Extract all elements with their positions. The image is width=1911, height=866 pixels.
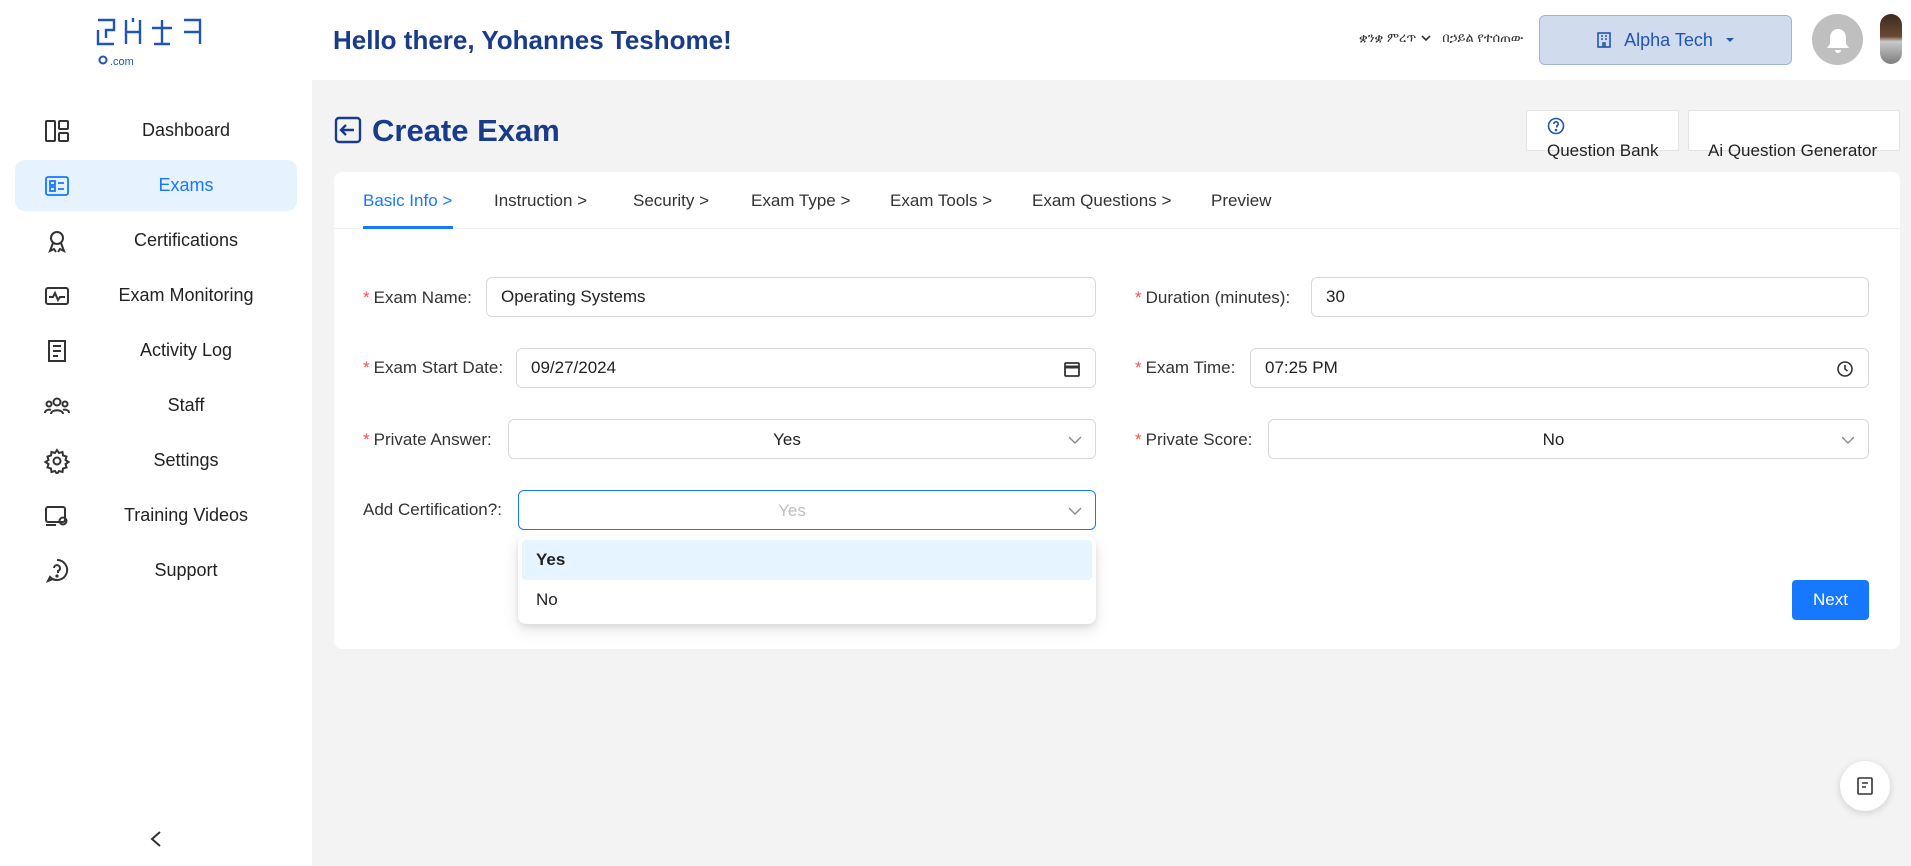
logo-sub: .com — [110, 56, 134, 68]
gear-icon — [44, 448, 70, 474]
chevron-down-icon — [1068, 507, 1082, 515]
greeting: Hello there, Yohannes Teshome! — [333, 25, 732, 55]
tab-exam-type[interactable]: Exam Type > — [751, 191, 850, 211]
chevron-down-icon — [1068, 436, 1082, 444]
sidebar-item-staff[interactable]: Staff — [15, 380, 297, 431]
sidebar-item-label: Dashboard — [141, 120, 231, 140]
tab-exam-tools[interactable]: Exam Tools > — [890, 191, 992, 211]
training-videos-icon — [45, 506, 68, 526]
tab-security[interactable]: Security > — [633, 191, 709, 211]
back-icon[interactable] — [334, 116, 362, 144]
private-score-value: No — [1542, 430, 1565, 449]
private-score-select[interactable]: No — [1268, 419, 1869, 459]
language-selector-label: ቋንቋ ምረጥ — [1359, 30, 1417, 45]
duration-input[interactable]: 30 — [1311, 277, 1869, 317]
sidebar-item-exam-monitoring[interactable]: Exam Monitoring — [15, 270, 297, 321]
sidebar-item-training-videos[interactable]: Training Videos — [15, 490, 297, 541]
sidebar-item-label: Support — [154, 560, 218, 580]
sidebar-item-label: Exams — [158, 175, 214, 195]
add-certification-select[interactable]: Yes — [518, 490, 1096, 530]
tab-instruction[interactable]: Instruction > — [494, 191, 587, 211]
building-icon — [1597, 32, 1611, 48]
page-title: Create Exam — [372, 113, 560, 148]
sidebar-item-exams[interactable]: Exams — [15, 160, 297, 211]
question-bank-button[interactable]: Question Bank — [1526, 110, 1679, 160]
organization-name: Alpha Tech — [1624, 29, 1713, 50]
bell-icon — [1826, 28, 1849, 53]
exam-time-input[interactable]: 07:25 PM — [1250, 348, 1869, 388]
staff-icon — [44, 397, 70, 415]
exam-time-label: * Exam Time: — [1135, 358, 1236, 377]
sidebar-item-label: Training Videos — [123, 505, 249, 525]
sidebar-item-dashboard[interactable]: Dashboard — [15, 105, 297, 156]
activity-log-icon — [48, 340, 66, 362]
dropdown-option-no[interactable]: No — [522, 580, 1092, 620]
powered-by-text: በኃይል የተሰጠው — [1442, 30, 1524, 45]
chevron-down-icon — [1421, 35, 1431, 42]
add-certification-placeholder: Yes — [778, 501, 806, 520]
next-button[interactable]: Next — [1792, 580, 1869, 620]
avatar[interactable] — [1880, 14, 1902, 64]
sidebar-item-settings[interactable]: Settings — [15, 435, 297, 486]
tab-exam-questions[interactable]: Exam Questions > — [1032, 191, 1171, 211]
question-circle-icon — [1547, 117, 1565, 135]
sidebar-item-label: Settings — [153, 450, 219, 470]
sidebar: .com Dashboard Exams Certifications Exam… — [0, 0, 312, 866]
chevron-down-icon — [1841, 436, 1855, 444]
collapse-sidebar-button[interactable] — [145, 826, 167, 852]
exam-name-label: * Exam Name: — [363, 288, 472, 307]
language-selector[interactable]: ቋንቋ ምረጥ በኃይል የተሰጠው — [1359, 30, 1523, 46]
active-tab-indicator — [363, 226, 453, 229]
private-score-label: * Private Score: — [1135, 430, 1253, 449]
sidebar-item-activity-log[interactable]: Activity Log — [15, 325, 297, 376]
ai-question-generator-button[interactable]: Ai Question Generator — [1688, 110, 1900, 160]
sidebar-item-support[interactable]: Support — [15, 545, 297, 596]
sidebar-item-label: Exam Monitoring — [118, 285, 254, 305]
dashboard-icon — [45, 120, 69, 142]
support-icon — [45, 558, 69, 583]
tab-basic-info[interactable]: Basic Info > — [363, 191, 452, 211]
monitoring-icon — [45, 287, 69, 305]
logo[interactable]: .com — [92, 14, 222, 68]
sidebar-item-label: Staff — [167, 395, 205, 415]
start-date-input[interactable]: 09/27/2024 — [516, 348, 1096, 388]
sidebar-item-label: Certifications — [133, 230, 239, 250]
add-certification-label: Add Certification?: — [363, 500, 502, 519]
dropdown-option-yes[interactable]: Yes — [522, 540, 1092, 580]
floating-notes-button[interactable] — [1840, 761, 1890, 811]
sidebar-item-label: Activity Log — [139, 340, 233, 360]
clock-icon[interactable] — [1836, 360, 1854, 378]
certificate-icon — [48, 231, 66, 254]
tab-preview[interactable]: Preview — [1211, 191, 1271, 211]
notifications-button[interactable] — [1812, 14, 1863, 65]
private-answer-select[interactable]: Yes — [508, 419, 1096, 459]
exam-name-input[interactable]: Operating Systems — [486, 277, 1096, 317]
start-date-label: * Exam Start Date: — [363, 358, 504, 377]
organization-switcher[interactable]: Alpha Tech — [1539, 15, 1792, 65]
step-tabs: Basic Info > Instruction > Security > Ex… — [334, 172, 1900, 229]
sidebar-item-certifications[interactable]: Certifications — [15, 215, 297, 266]
sidebar-nav: Dashboard Exams Certifications Exam Moni… — [15, 105, 297, 600]
calendar-icon[interactable] — [1063, 360, 1081, 378]
document-icon — [1857, 777, 1873, 795]
top-header: Hello there, Yohannes Teshome! ቋንቋ ምረጥ በ… — [312, 0, 1911, 80]
private-answer-value: Yes — [773, 430, 801, 449]
duration-label: * Duration (minutes): — [1135, 288, 1291, 307]
logo-mark: .com — [96, 18, 202, 68]
caret-down-icon — [1725, 38, 1734, 42]
ai-question-generator-label: Ai Question Generator — [1708, 141, 1878, 160]
private-answer-label: * Private Answer: — [363, 430, 492, 449]
question-bank-label: Question Bank — [1547, 141, 1659, 160]
add-certification-dropdown: Yes No — [518, 536, 1096, 624]
exams-icon — [45, 176, 69, 196]
